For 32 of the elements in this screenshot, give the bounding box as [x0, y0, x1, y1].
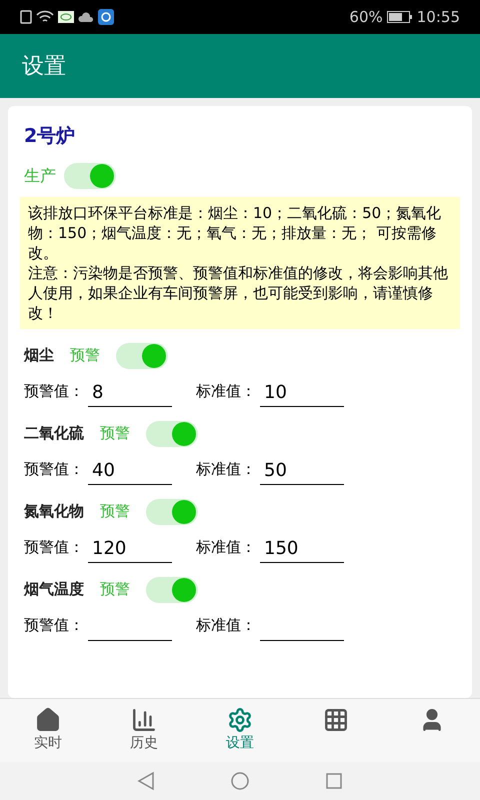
- standard-value-label: 标准值：: [196, 381, 256, 402]
- warning-value-field[interactable]: 40: [88, 456, 172, 484]
- alarm-label: 预警: [100, 501, 130, 522]
- warning-value-label: 预警值：: [24, 615, 84, 636]
- warning-value-field[interactable]: 8: [88, 378, 172, 406]
- pollutant-name: 烟气温度: [24, 579, 84, 600]
- alarm-label: 预警: [100, 579, 130, 600]
- alarm-label: 预警: [70, 345, 100, 366]
- standard-value-label: 标准值：: [196, 537, 256, 558]
- pollutant-name: 二氧化硫: [24, 423, 84, 444]
- pollutant-name: 氮氧化物: [24, 501, 84, 522]
- alarm-label: 预警: [100, 423, 130, 444]
- standard-value-label: 标准值：: [196, 459, 256, 480]
- warning-value-label: 预警值：: [24, 459, 84, 480]
- warning-value-label: 预警值：: [24, 537, 84, 558]
- page-title: 设置: [22, 52, 66, 80]
- clock: 10:55: [416, 6, 460, 28]
- tab[interactable]: 设置: [192, 699, 288, 762]
- warning-value-label: 预警值：: [24, 381, 84, 402]
- standard-value-label: 标准值：: [196, 615, 256, 636]
- pollutant-name: 烟尘: [24, 345, 54, 366]
- standard-value-field[interactable]: 150: [260, 534, 344, 562]
- standard-value-field[interactable]: 10: [260, 378, 344, 406]
- production-label: 生产: [24, 164, 56, 186]
- notice-text: 该排放口环保平台标准是：烟尘：10；二氧化硫：50；氮氧化物：150；烟气温度：无；氧气：无；排放量：无； 可按需修改。: [28, 202, 442, 262]
- warning-value-field[interactable]: 120: [88, 534, 172, 562]
- notice-text: 注意：污染物是否预警、预警值和标准值的修改，将会影响其他人使用，如果企业有车间预警屏，也可能受到影响，请谨慎修改！: [28, 262, 449, 322]
- tab[interactable]: 历史: [96, 699, 192, 762]
- tab[interactable]: 实时: [0, 699, 96, 762]
- standard-value-field[interactable]: 50: [260, 456, 344, 484]
- battery-level: 60%: [349, 6, 383, 28]
- boiler-title: 2号炉: [23, 124, 76, 149]
